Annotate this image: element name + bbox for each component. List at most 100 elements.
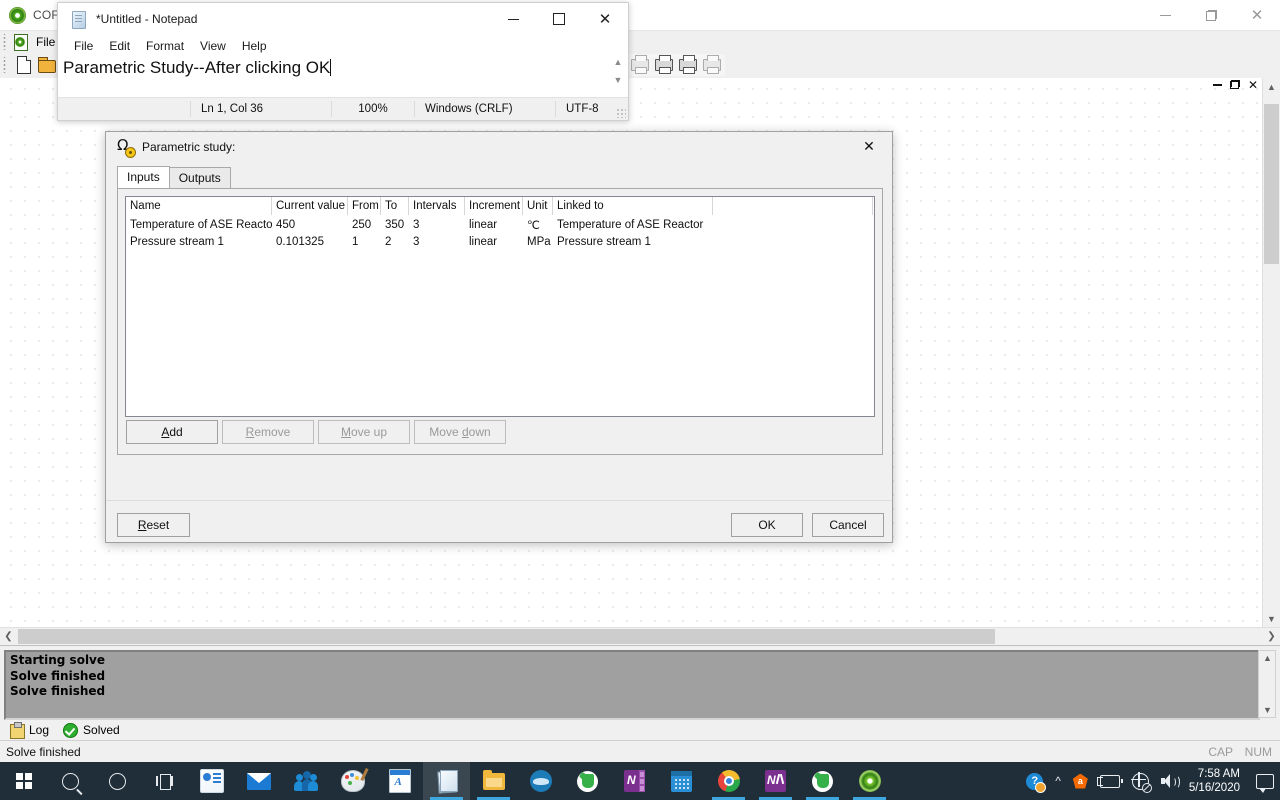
- column-header-to[interactable]: To: [381, 197, 409, 215]
- notepad-menu-format[interactable]: Format: [138, 37, 192, 55]
- avast-tray-icon-button[interactable]: a: [1067, 762, 1094, 800]
- clock-button[interactable]: 7:58 AM 5/16/2020: [1183, 767, 1250, 795]
- cell-from[interactable]: 250: [348, 219, 381, 231]
- taskbar-item-blue-app[interactable]: [517, 762, 564, 800]
- notepad-minimize-button[interactable]: [490, 3, 536, 35]
- taskbar-item-people[interactable]: [282, 762, 329, 800]
- log-output-box[interactable]: Starting solve Solve finished Solve fini…: [4, 650, 1260, 720]
- cell-linked-to[interactable]: Temperature of ASE Reactor: [553, 219, 713, 231]
- reset-button[interactable]: Reset: [117, 513, 190, 537]
- scroll-left-icon[interactable]: ❮: [0, 628, 17, 645]
- search-button[interactable]: [47, 762, 94, 800]
- network-button[interactable]: [1126, 762, 1155, 800]
- cell-intervals[interactable]: 3: [409, 236, 465, 248]
- taskbar-item-evernote-2[interactable]: [799, 762, 846, 800]
- dialog-close-button[interactable]: ✕: [846, 132, 892, 162]
- taskbar-item-paint3d[interactable]: [329, 762, 376, 800]
- taskbar-item-file-explorer[interactable]: [470, 762, 517, 800]
- cell-name[interactable]: Temperature of ASE Reactor: [126, 219, 272, 231]
- table-row[interactable]: Pressure stream 1 0.101325 1 2 3 linear …: [126, 233, 874, 250]
- cell-increment[interactable]: linear: [465, 236, 523, 248]
- mdi-close-button[interactable]: ✕: [1248, 79, 1258, 91]
- table-row[interactable]: Temperature of ASE Reactor 450 250 350 3…: [126, 216, 874, 233]
- action-center-button[interactable]: [1250, 762, 1280, 800]
- add-button[interactable]: Add: [126, 420, 218, 444]
- notepad-window[interactable]: *Untitled - Notepad ✕ File Edit Format V…: [57, 2, 629, 121]
- scroll-up-icon[interactable]: ▲: [614, 57, 623, 67]
- tab-log[interactable]: Log: [6, 721, 59, 739]
- scroll-up-icon[interactable]: ▲: [1263, 78, 1280, 95]
- print-preview-icon[interactable]: [652, 54, 674, 76]
- show-hidden-icons-button[interactable]: ^: [1049, 762, 1067, 800]
- parametric-study-dialog[interactable]: Ω Parametric study: ✕ Inputs Outputs Nam…: [105, 131, 893, 543]
- scroll-up-icon[interactable]: ▲: [1259, 651, 1276, 665]
- mdi-minimize-button[interactable]: [1212, 79, 1222, 91]
- cell-current-value[interactable]: 450: [272, 219, 348, 231]
- cofe-minimize-button[interactable]: [1142, 0, 1188, 30]
- taskbar-item-office[interactable]: [188, 762, 235, 800]
- taskbar-item-notepad[interactable]: [423, 762, 470, 800]
- tab-inputs[interactable]: Inputs: [117, 166, 170, 188]
- start-button[interactable]: [0, 762, 47, 800]
- taskbar-item-cofe[interactable]: [846, 762, 893, 800]
- cofe-restore-button[interactable]: [1188, 0, 1234, 30]
- parameters-grid[interactable]: Name Current value From To Intervals Inc…: [125, 196, 875, 417]
- cell-increment[interactable]: linear: [465, 219, 523, 231]
- taskbar-item-chrome[interactable]: [705, 762, 752, 800]
- tab-outputs[interactable]: Outputs: [168, 167, 231, 188]
- column-header-intervals[interactable]: Intervals: [409, 197, 465, 215]
- column-header-name[interactable]: Name: [126, 197, 272, 215]
- scroll-right-icon[interactable]: ❯: [1263, 628, 1280, 645]
- notepad-titlebar[interactable]: *Untitled - Notepad ✕: [58, 3, 628, 35]
- taskbar-item-calendar[interactable]: [658, 762, 705, 800]
- cell-unit[interactable]: ℃: [523, 218, 553, 232]
- taskbar-item-evernote[interactable]: [564, 762, 611, 800]
- cell-intervals[interactable]: 3: [409, 219, 465, 231]
- canvas-horizontal-scrollbar[interactable]: ❮ ❯: [0, 627, 1280, 646]
- cancel-button[interactable]: Cancel: [812, 513, 884, 537]
- notepad-menu-edit[interactable]: Edit: [101, 37, 138, 55]
- log-vertical-scrollbar[interactable]: ▲ ▼: [1258, 650, 1276, 718]
- help-tray-button[interactable]: ?: [1020, 762, 1049, 800]
- cortana-button[interactable]: [94, 762, 141, 800]
- mdi-restore-button[interactable]: [1229, 79, 1240, 91]
- column-header-increment[interactable]: Increment: [465, 197, 523, 215]
- notepad-menu-file[interactable]: File: [66, 37, 101, 55]
- menubar-grip[interactable]: [2, 34, 9, 50]
- task-view-button[interactable]: [141, 762, 188, 800]
- quick-print-icon[interactable]: [676, 54, 698, 76]
- tab-solved[interactable]: Solved: [59, 722, 130, 739]
- notepad-edit-area[interactable]: Parametric Study--After clicking OK ▲ ▼: [58, 57, 628, 85]
- notepad-close-button[interactable]: ✕: [582, 3, 628, 35]
- taskbar-item-onenote[interactable]: N: [611, 762, 658, 800]
- taskbar-item-word[interactable]: A: [376, 762, 423, 800]
- column-header-current-value[interactable]: Current value: [272, 197, 348, 215]
- taskbar-item-mail[interactable]: [235, 762, 282, 800]
- cell-name[interactable]: Pressure stream 1: [126, 236, 272, 248]
- scroll-down-icon[interactable]: ▼: [614, 75, 623, 85]
- cell-to[interactable]: 350: [381, 219, 409, 231]
- cell-unit[interactable]: MPa: [523, 236, 553, 248]
- cofe-close-button[interactable]: ✕: [1234, 0, 1280, 30]
- scroll-down-icon[interactable]: ▼: [1259, 703, 1276, 717]
- taskbar-item-onenote-clipper[interactable]: N: [752, 762, 799, 800]
- resize-grip-icon[interactable]: [616, 108, 626, 118]
- cell-current-value[interactable]: 0.101325: [272, 236, 348, 248]
- notepad-vertical-scrollbar[interactable]: ▲ ▼: [610, 57, 626, 85]
- cell-to[interactable]: 2: [381, 236, 409, 248]
- notepad-menu-view[interactable]: View: [192, 37, 234, 55]
- open-folder-icon[interactable]: [36, 54, 58, 76]
- cell-linked-to[interactable]: Pressure stream 1: [553, 236, 713, 248]
- column-header-unit[interactable]: Unit: [523, 197, 553, 215]
- notepad-menu-help[interactable]: Help: [234, 37, 275, 55]
- scroll-down-icon[interactable]: ▼: [1263, 610, 1280, 627]
- cell-from[interactable]: 1: [348, 236, 381, 248]
- dialog-titlebar[interactable]: Ω Parametric study: ✕: [106, 132, 892, 162]
- volume-button[interactable]: [1155, 762, 1183, 800]
- horizontal-scroll-thumb[interactable]: [18, 629, 995, 644]
- vertical-scroll-thumb[interactable]: [1264, 104, 1279, 264]
- notepad-maximize-button[interactable]: [536, 3, 582, 35]
- notepad-zoom-level[interactable]: 100%: [332, 101, 415, 117]
- column-header-linked-to[interactable]: Linked to: [553, 197, 713, 215]
- column-header-from[interactable]: From: [348, 197, 381, 215]
